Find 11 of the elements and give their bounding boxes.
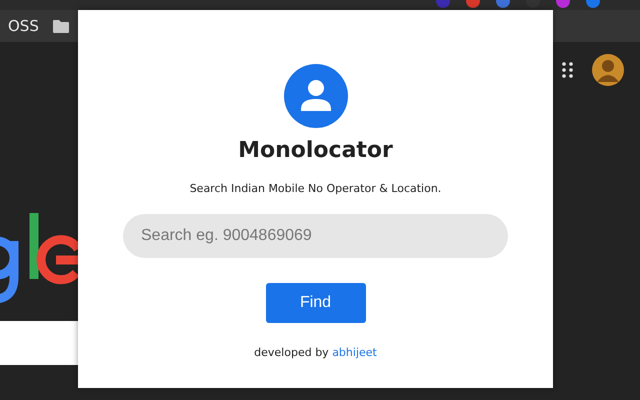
search-field[interactable]: Search eg. 9004869069	[123, 214, 508, 258]
subtitle-text: Search Indian Mobile No Operator & Location.	[190, 181, 442, 197]
author-link[interactable]: abhijeet	[332, 346, 377, 358]
bookmark-link[interactable]: OSS	[8, 14, 39, 38]
credit-text: developed by abhijeet	[254, 344, 377, 360]
apps-grid-icon[interactable]	[562, 62, 574, 78]
avatar-icon[interactable]	[592, 54, 624, 86]
folder-icon[interactable]	[52, 20, 69, 32]
app-title: Monolocator	[238, 137, 393, 165]
user-icon	[284, 64, 348, 128]
find-button[interactable]: Find	[266, 282, 366, 322]
